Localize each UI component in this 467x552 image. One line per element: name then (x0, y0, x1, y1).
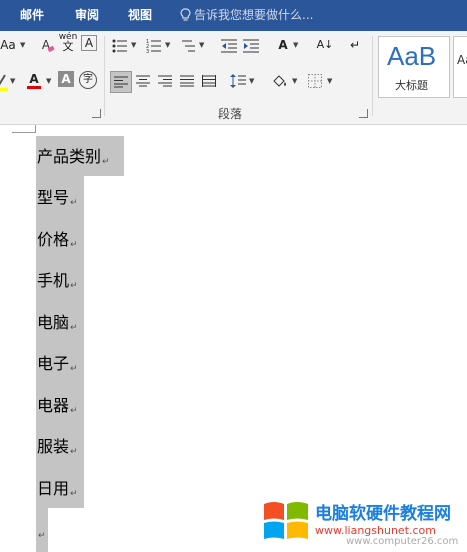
chevron-down-icon[interactable]: ▼ (20, 35, 25, 55)
chevron-down-icon[interactable]: ▼ (10, 71, 15, 91)
paragraph-mark-icon: ↵ (102, 157, 110, 167)
ribbon-home: Aa ▼ A wén 文 A ▼ A ▼ A 字 ▼ 1 2 3 ▼ ▼ A ▼ … (0, 31, 467, 125)
paragraph-mark-icon: ↵ (70, 406, 78, 416)
paragraph-mark-icon: ↵ (70, 281, 78, 291)
chevron-down-icon[interactable]: ▼ (293, 35, 298, 55)
align-right-icon (158, 75, 172, 87)
shading-button[interactable] (270, 71, 290, 91)
chevron-down-icon[interactable]: ▼ (165, 35, 170, 55)
chevron-down-icon[interactable]: ▼ (327, 71, 332, 91)
borders-icon (308, 74, 322, 88)
style-gallery-item-title[interactable]: AaB 大标题 (378, 36, 450, 98)
bullets-icon[interactable] (112, 39, 128, 53)
group-separator (104, 36, 105, 116)
document-line-empty[interactable]: ↵ (37, 521, 46, 546)
justify-button[interactable] (177, 71, 197, 91)
clear-format-button[interactable]: A (36, 35, 56, 55)
font-dialog-launcher[interactable] (92, 109, 101, 118)
paragraph-mark-icon: ↵ (70, 240, 78, 250)
tab-mailings[interactable]: 邮件 (20, 0, 44, 31)
line-spacing-icon (230, 74, 246, 88)
distributed-icon (202, 75, 216, 87)
tell-me-text: 告诉我您想要做什么... (194, 8, 314, 22)
document-line[interactable]: 产品类别↵ (37, 147, 110, 172)
svg-text:3: 3 (146, 49, 149, 53)
paragraph-mark-icon: ↵ (70, 364, 78, 374)
paint-bucket-icon (273, 75, 286, 87)
distributed-button[interactable] (199, 71, 219, 91)
document-line[interactable]: 价格↵ (37, 230, 78, 255)
style-preview: AaB (387, 41, 437, 71)
line-spacing-button[interactable] (228, 71, 248, 91)
document-line[interactable]: 手机↵ (37, 271, 78, 296)
align-right-button[interactable] (155, 71, 175, 91)
align-left-button[interactable] (110, 71, 132, 93)
paragraph-mark-icon: ↵ (70, 447, 78, 457)
character-shading-button[interactable]: A (58, 71, 74, 87)
chevron-down-icon[interactable]: ▼ (292, 71, 297, 91)
chevron-down-icon[interactable]: ▼ (46, 71, 51, 91)
chevron-down-icon[interactable]: ▼ (131, 35, 136, 55)
sort-button[interactable]: A↓ (315, 35, 335, 55)
lightbulb-icon (180, 8, 191, 21)
eraser-icon (47, 45, 55, 53)
paragraph-group-label: 段落 (218, 107, 243, 121)
document-line[interactable]: 电子↵ (37, 354, 78, 379)
increase-indent-icon[interactable] (243, 39, 259, 53)
margin-corner-mark (12, 132, 36, 133)
site-watermark: 电脑软硬件教程网 www.liangshunet.com www.compute… (262, 496, 467, 552)
windows-logo-icon (264, 502, 308, 539)
highlighter-icon[interactable] (0, 73, 8, 91)
align-center-icon (136, 75, 150, 87)
tab-review[interactable]: 审阅 (75, 0, 99, 31)
tab-view[interactable]: 视图 (128, 0, 152, 31)
enclose-characters-button[interactable]: 字 (79, 71, 97, 89)
asian-layout-button[interactable]: A (273, 35, 293, 55)
numbering-icon[interactable]: 1 2 3 (146, 39, 162, 53)
align-center-button[interactable] (133, 71, 153, 91)
paragraph-dialog-launcher[interactable] (359, 109, 368, 118)
document-line[interactable]: 型号↵ (37, 188, 78, 213)
character-border-button[interactable]: A (81, 35, 97, 51)
group-separator (372, 36, 373, 116)
document-page[interactable]: 产品类别↵ 型号↵ 价格↵ 手机↵ 电脑↵ 电子↵ 电器↵ 服装↵ 日用↵ ↵ (0, 125, 467, 552)
document-line[interactable]: 服装↵ (37, 437, 78, 462)
tell-me-search[interactable]: 告诉我您想要做什么... (180, 0, 313, 31)
document-line[interactable]: 电器↵ (37, 396, 78, 421)
align-left-icon (114, 76, 128, 88)
paragraph-mark-icon: ↵ (38, 531, 46, 541)
style-name: 大标题 (395, 79, 428, 92)
chevron-down-icon[interactable]: ▼ (249, 71, 254, 91)
style-preview: Aa (457, 53, 467, 67)
style-gallery-item-next[interactable]: Aa (453, 36, 467, 98)
watermark-url-secondary: www.computer26.com (346, 536, 459, 547)
paragraph-mark-icon: ↵ (70, 489, 78, 499)
paragraph-mark-icon: ↵ (70, 323, 78, 333)
font-color-button[interactable]: A (24, 69, 44, 89)
document-line[interactable]: 电脑↵ (37, 313, 78, 338)
borders-button[interactable] (305, 71, 325, 91)
ribbon-tab-bar: 邮件 审阅 视图 告诉我您想要做什么... (0, 0, 467, 31)
margin-corner-mark (35, 125, 36, 133)
chevron-down-icon[interactable]: ▼ (199, 35, 204, 55)
document-line[interactable]: 日用↵ (37, 479, 78, 504)
justify-icon (180, 75, 194, 87)
show-hide-marks-button[interactable]: ↵ (345, 35, 365, 55)
decrease-indent-icon[interactable] (221, 39, 237, 53)
phonetic-guide-button[interactable]: wén 文 (58, 33, 78, 53)
multilevel-list-icon[interactable] (180, 39, 196, 53)
paragraph-mark-icon: ↵ (70, 198, 78, 208)
watermark-title: 电脑软硬件教程网 (315, 504, 451, 524)
change-case-button[interactable]: Aa (0, 35, 20, 55)
